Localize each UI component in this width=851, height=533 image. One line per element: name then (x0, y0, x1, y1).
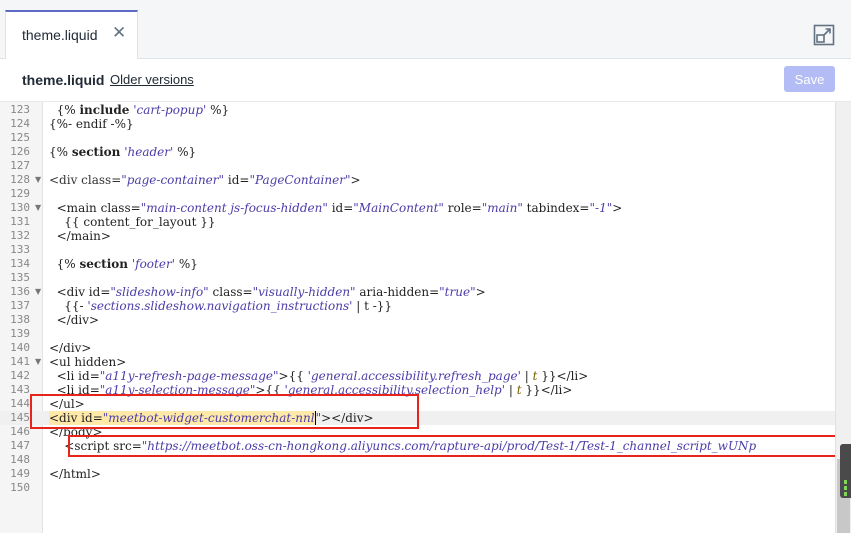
code-line-146[interactable]: 146 </body> (0, 425, 835, 439)
code-text: </div> (49, 313, 100, 327)
code-text: {{ content_for_layout }} (49, 215, 216, 229)
save-button[interactable]: Save (784, 66, 835, 92)
line-number: 139 (10, 327, 30, 340)
code-text: <div id="slideshow-info" class="visually… (49, 285, 486, 299)
code-text: </div> (49, 341, 92, 355)
line-number: 130 (10, 201, 30, 214)
code-line-126[interactable]: 126 {% section 'header' %} (0, 145, 835, 159)
line-number: 126 (10, 145, 30, 158)
code-line-129[interactable]: 129 (0, 187, 835, 201)
tab-title: theme.liquid (22, 27, 98, 43)
code-line-137[interactable]: 137 {{- 'sections.slideshow.navigation_i… (0, 299, 835, 313)
code-text: <script src="https://meetbot.oss-cn-hong… (49, 439, 757, 453)
fold-arrow-icon[interactable]: ▼ (35, 285, 41, 299)
code-text: </html> (49, 467, 101, 481)
code-text: </ul> (49, 397, 85, 411)
code-line-131[interactable]: 131 {{ content_for_layout }} (0, 215, 835, 229)
code-line-135[interactable]: 135 (0, 271, 835, 285)
code-text: <div id="meetbot-widget-customerchat-nnl… (49, 411, 374, 425)
line-number: 128 (10, 173, 30, 186)
line-number: 124 (10, 117, 30, 130)
code-line-150[interactable]: 150 (0, 481, 835, 495)
code-line-128[interactable]: 128 ▼ <div class="page-container" id="Page… (0, 173, 835, 187)
code-line-142[interactable]: 142 <li id="a11y-refresh-page-message">{… (0, 369, 835, 383)
code-line-145[interactable]: 145 <div id="meetbot-widget-customerchat-… (0, 411, 835, 425)
code-line-136[interactable]: 136 ▼ <div id="slideshow-info" class="vis… (0, 285, 835, 299)
code-text: <li id="a11y-refresh-page-message">{{ 'g… (49, 369, 589, 383)
line-number: 145 (10, 411, 30, 424)
code-line-149[interactable]: 149 </html> (0, 467, 835, 481)
code-text: <ul hidden> (49, 355, 127, 369)
line-number: 140 (10, 341, 30, 354)
line-number: 143 (10, 383, 30, 396)
line-number: 150 (10, 481, 30, 494)
code-line-139[interactable]: 139 (0, 327, 835, 341)
code-line-124[interactable]: 124 {%- endif -%} (0, 117, 835, 131)
code-text: {{- 'sections.slideshow.navigation_instr… (49, 299, 393, 313)
code-editor[interactable]: 123 {% include 'cart-popup' %} 124 {%- end… (0, 101, 851, 533)
code-text: </body> (49, 425, 103, 439)
code-line-133[interactable]: 133 (0, 243, 835, 257)
close-icon[interactable]: ✕ (112, 23, 126, 43)
line-number: 138 (10, 313, 30, 326)
code-text: <main class="main-content js-focus-hidde… (49, 201, 623, 215)
code-text: {% section 'footer' %} (49, 257, 198, 271)
line-number: 142 (10, 369, 30, 382)
fold-arrow-icon[interactable]: ▼ (35, 173, 41, 187)
code-text: {% section 'header' %} (49, 145, 197, 159)
fold-arrow-icon[interactable]: ▼ (35, 201, 41, 215)
code-text: <li id="a11y-selection-message">{{ 'gene… (49, 383, 573, 397)
code-line-134[interactable]: 134 {% section 'footer' %} (0, 257, 835, 271)
code-line-140[interactable]: 140 </div> (0, 341, 835, 355)
line-number: 127 (10, 159, 30, 172)
line-number: 133 (10, 243, 30, 256)
line-number: 132 (10, 229, 30, 242)
code-line-130[interactable]: 130 ▼ <main class="main-content js-focus-… (0, 201, 835, 215)
code-line-144[interactable]: 144 </ul> (0, 397, 835, 411)
line-number: 123 (10, 103, 30, 116)
file-header: theme.liquid Older versions Save (0, 59, 851, 101)
line-number: 136 (10, 285, 30, 298)
code-line-138[interactable]: 138 </div> (0, 313, 835, 327)
code-line-125[interactable]: 125 (0, 131, 835, 145)
code-line-141[interactable]: 141 ▼ <ul hidden> (0, 355, 835, 369)
line-number: 146 (10, 425, 30, 438)
line-number: 141 (10, 355, 30, 368)
line-number: 135 (10, 271, 30, 284)
expand-icon[interactable] (813, 24, 835, 46)
chat-widget-tab[interactable] (840, 444, 851, 498)
fold-arrow-icon[interactable]: ▼ (35, 355, 41, 369)
code-line-143[interactable]: 143 <li id="a11y-selection-message">{{ '… (0, 383, 835, 397)
line-number: 147 (10, 439, 30, 452)
code-line-127[interactable]: 127 (0, 159, 835, 173)
code-line-147[interactable]: 147 <script src="https://meetbot.oss-cn-… (0, 439, 835, 453)
file-name: theme.liquid (22, 72, 105, 88)
line-number: 131 (10, 215, 30, 228)
line-number: 144 (10, 397, 30, 410)
tab-bar: theme.liquid ✕ (0, 0, 851, 59)
line-number: 129 (10, 187, 30, 200)
line-number: 134 (10, 257, 30, 270)
code-text: </main> (49, 229, 111, 243)
code-line-132[interactable]: 132 </main> (0, 229, 835, 243)
older-versions-link[interactable]: Older versions (110, 72, 194, 87)
code-text: {%- endif -%} (49, 117, 134, 131)
line-number: 149 (10, 467, 30, 480)
tab-theme-liquid[interactable]: theme.liquid ✕ (5, 10, 138, 59)
line-number: 125 (10, 131, 30, 144)
line-number: 137 (10, 299, 30, 312)
line-number: 148 (10, 453, 30, 466)
code-line-123[interactable]: 123 {% include 'cart-popup' %} (0, 103, 835, 117)
code-text: <div class="page-container" id="PageCont… (49, 173, 361, 187)
code-text: {% include 'cart-popup' %} (49, 103, 230, 117)
code-line-148[interactable]: 148 (0, 453, 835, 467)
